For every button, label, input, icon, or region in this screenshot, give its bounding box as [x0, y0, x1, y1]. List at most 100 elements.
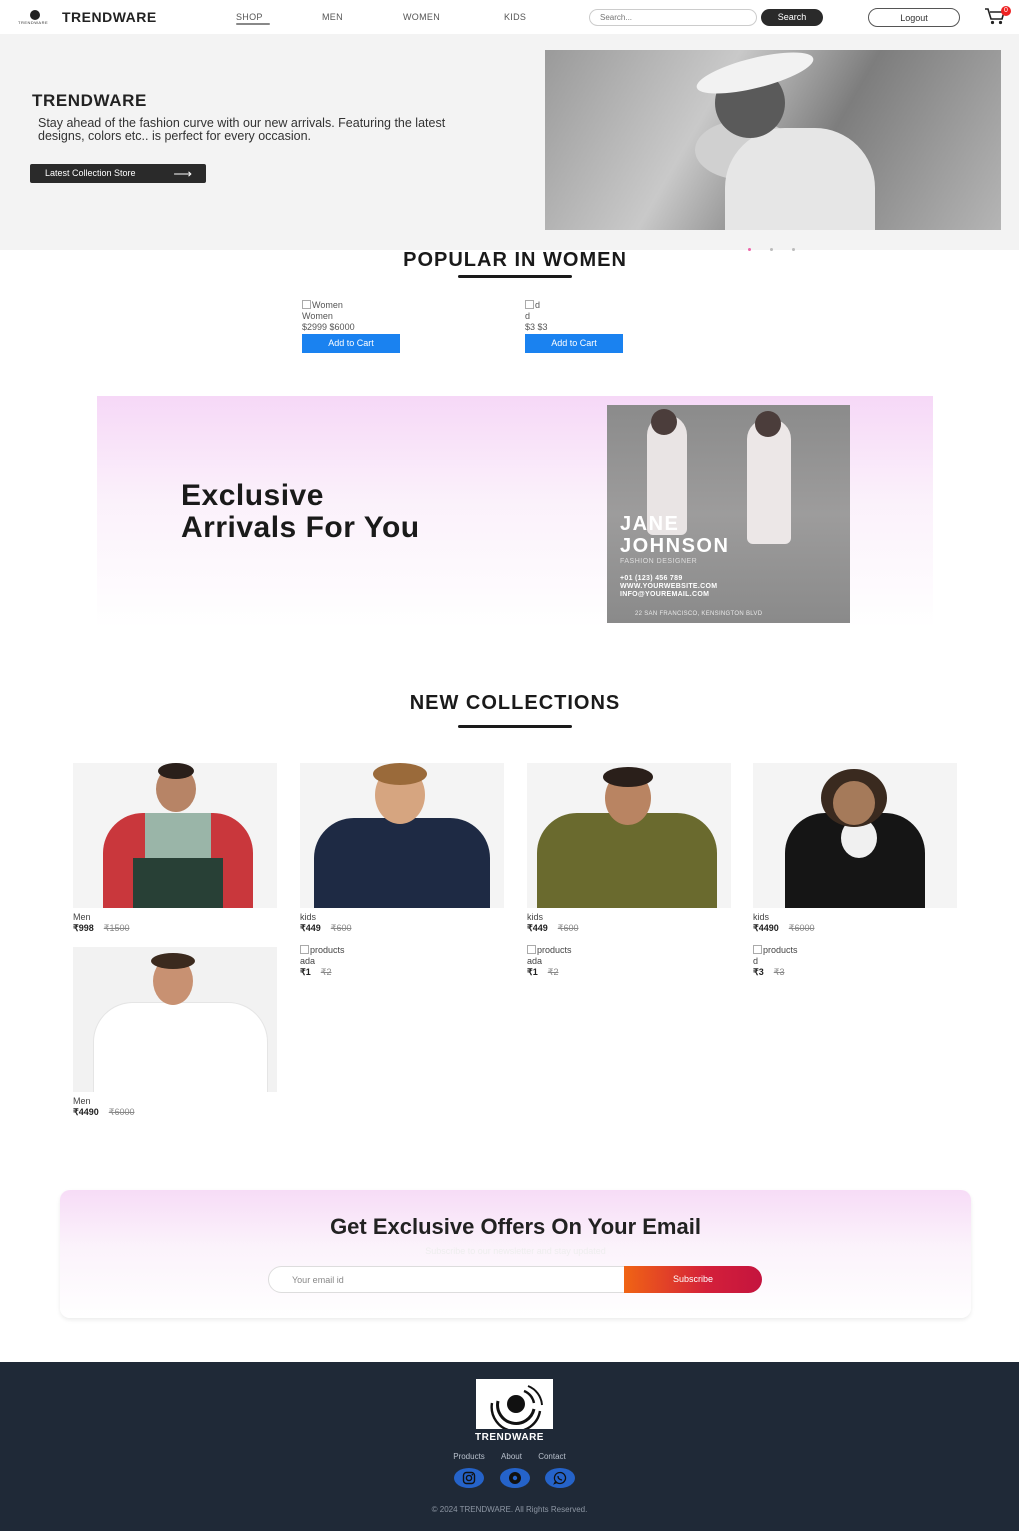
carousel-dot[interactable] — [792, 248, 795, 251]
product-category: kids — [753, 912, 770, 922]
product-prices: $3 $3 — [525, 322, 623, 333]
whatsapp-button[interactable] — [545, 1468, 575, 1488]
product-image-broken[interactable]: products — [300, 945, 504, 956]
product-image-broken[interactable]: products — [527, 945, 731, 956]
product-card[interactable]: Men ₹4490 ₹6000 — [73, 947, 277, 1118]
product-prices: ₹998 ₹1500 — [73, 923, 277, 934]
logo-mark-icon — [490, 1385, 543, 1433]
copyright-text: © 2024 TRENDWARE. All Rights Reserved. — [431, 1505, 588, 1514]
new-price: ₹3 — [753, 967, 764, 977]
product-card[interactable]: products ada ₹1 ₹2 — [527, 945, 731, 978]
product-prices: ₹449 ₹600 — [300, 923, 504, 934]
product-card[interactable]: kids ₹4490 ₹6000 — [753, 763, 957, 934]
popular-item: Women Women $2999 $6000 Add to Cart — [302, 300, 400, 353]
nav-link-women[interactable]: WOMEN — [403, 12, 440, 22]
new-price: ₹1 — [527, 967, 538, 977]
product-card[interactable]: products d ₹3 ₹3 — [753, 945, 957, 978]
product-card[interactable]: Men ₹998 ₹1500 — [73, 763, 277, 934]
add-to-cart-button[interactable]: Add to Cart — [302, 334, 400, 353]
collections-section-title: NEW COLLECTIONS — [409, 692, 621, 714]
product-image[interactable] — [527, 763, 731, 908]
product-image-broken[interactable]: d — [525, 300, 623, 311]
carousel-dots[interactable] — [748, 238, 814, 256]
footer-link-about[interactable]: About — [501, 1452, 522, 1461]
arrow-right-icon: ⟶ — [173, 166, 192, 181]
brand-name[interactable]: TRENDWARE — [62, 9, 157, 25]
newsletter-title: Get Exclusive Offers On Your Email — [330, 1214, 701, 1239]
collections-title-underline — [458, 725, 572, 728]
product-name: Women — [302, 311, 333, 321]
old-price: ₹600 — [557, 923, 579, 933]
product-prices: ₹4490 ₹6000 — [73, 1107, 277, 1118]
add-to-cart-button[interactable]: Add to Cart — [525, 334, 623, 353]
footer-logo[interactable] — [476, 1379, 553, 1433]
whatsapp-icon — [553, 1471, 567, 1485]
carousel-dot[interactable] — [770, 248, 773, 251]
product-name: ada — [300, 956, 316, 966]
instagram-icon — [462, 1471, 476, 1485]
designer-poster-image: JANE JOHNSON FASHION DESIGNER +01 (123) … — [607, 405, 850, 623]
old-price: ₹1500 — [103, 923, 130, 933]
product-image-broken[interactable]: Women — [302, 300, 400, 311]
footer-link-products[interactable]: Products — [453, 1452, 485, 1461]
new-price: ₹449 — [527, 923, 548, 933]
product-category: Men — [73, 1096, 91, 1106]
old-price: ₹2 — [320, 967, 332, 977]
carousel-dot[interactable] — [748, 248, 751, 251]
product-prices: ₹3 ₹3 — [753, 967, 957, 978]
search-button[interactable]: Search — [761, 9, 823, 26]
footer-link-contact[interactable]: Contact — [538, 1452, 566, 1461]
logo-text: TRENDWARE — [18, 20, 49, 25]
product-image[interactable] — [753, 763, 957, 908]
cart-count-badge: 0 — [1001, 6, 1011, 16]
instagram-button[interactable] — [454, 1468, 484, 1488]
pinterest-button[interactable] — [500, 1468, 530, 1488]
email-field[interactable]: Your email id — [268, 1266, 648, 1293]
newsletter-subtitle: Subscribe to our newsletter and stay upd… — [425, 1246, 606, 1256]
exclusive-banner: Exclusive Arrivals For You JANE JOHNSON … — [97, 396, 933, 628]
new-price: ₹449 — [300, 923, 321, 933]
product-card[interactable]: kids ₹449 ₹600 — [300, 763, 504, 934]
new-price: ₹4490 — [73, 1107, 99, 1117]
product-image[interactable] — [300, 763, 504, 908]
search-input[interactable] — [589, 9, 757, 26]
cart-button[interactable]: 0 — [984, 6, 1011, 27]
nav-link-shop[interactable]: SHOP — [236, 12, 263, 22]
popular-section-title: POPULAR IN WOMEN — [403, 249, 627, 271]
product-card[interactable]: kids ₹449 ₹600 — [527, 763, 731, 934]
nav-link-men[interactable]: MEN — [322, 12, 343, 22]
footer-brand: TRENDWARE — [475, 1432, 544, 1443]
product-name: ada — [527, 956, 543, 966]
latest-collection-button[interactable]: Latest Collection Store ⟶ — [30, 164, 206, 183]
exclusive-title: Exclusive Arrivals For You — [181, 480, 420, 544]
new-price: ₹4490 — [753, 923, 779, 933]
product-category: kids — [300, 912, 317, 922]
latest-collection-label: Latest Collection Store — [45, 168, 136, 178]
pinterest-icon — [509, 1472, 521, 1484]
poster-address: 22 SAN FRANCISCO, KENSINGTON BLVD — [635, 611, 763, 617]
product-name: d — [525, 311, 531, 321]
product-card[interactable]: products ada ₹1 ₹2 — [300, 945, 504, 978]
hero-banner: TRENDWARE Stay ahead of the fashion curv… — [0, 34, 1019, 251]
product-image-broken[interactable]: products — [753, 945, 957, 956]
old-price: ₹600 — [330, 923, 352, 933]
new-price: $2999 — [302, 322, 328, 332]
poster-contact: +01 (123) 456 789 WWW.YOURWEBSITE.COM IN… — [620, 575, 718, 598]
exclusive-title-line2: Arrivals For You — [181, 511, 420, 544]
nav-link-kids[interactable]: KIDS — [504, 12, 526, 22]
hero-image — [545, 50, 1001, 230]
old-price: $3 — [537, 322, 548, 332]
old-price: $6000 — [329, 322, 355, 332]
logo[interactable]: TRENDWARE — [18, 8, 54, 26]
nav-active-indicator — [236, 23, 270, 25]
product-image[interactable] — [73, 947, 277, 1092]
product-prices: ₹449 ₹600 — [527, 923, 731, 934]
product-image[interactable] — [73, 763, 277, 908]
old-price: ₹6000 — [788, 923, 815, 933]
logo-mark-icon — [30, 10, 40, 20]
hero-title: TRENDWARE — [32, 91, 147, 110]
subscribe-button[interactable]: Subscribe — [624, 1266, 762, 1293]
exclusive-title-line1: Exclusive — [181, 479, 324, 512]
product-category: Men — [73, 912, 91, 922]
logout-button[interactable]: Logout — [868, 8, 960, 27]
